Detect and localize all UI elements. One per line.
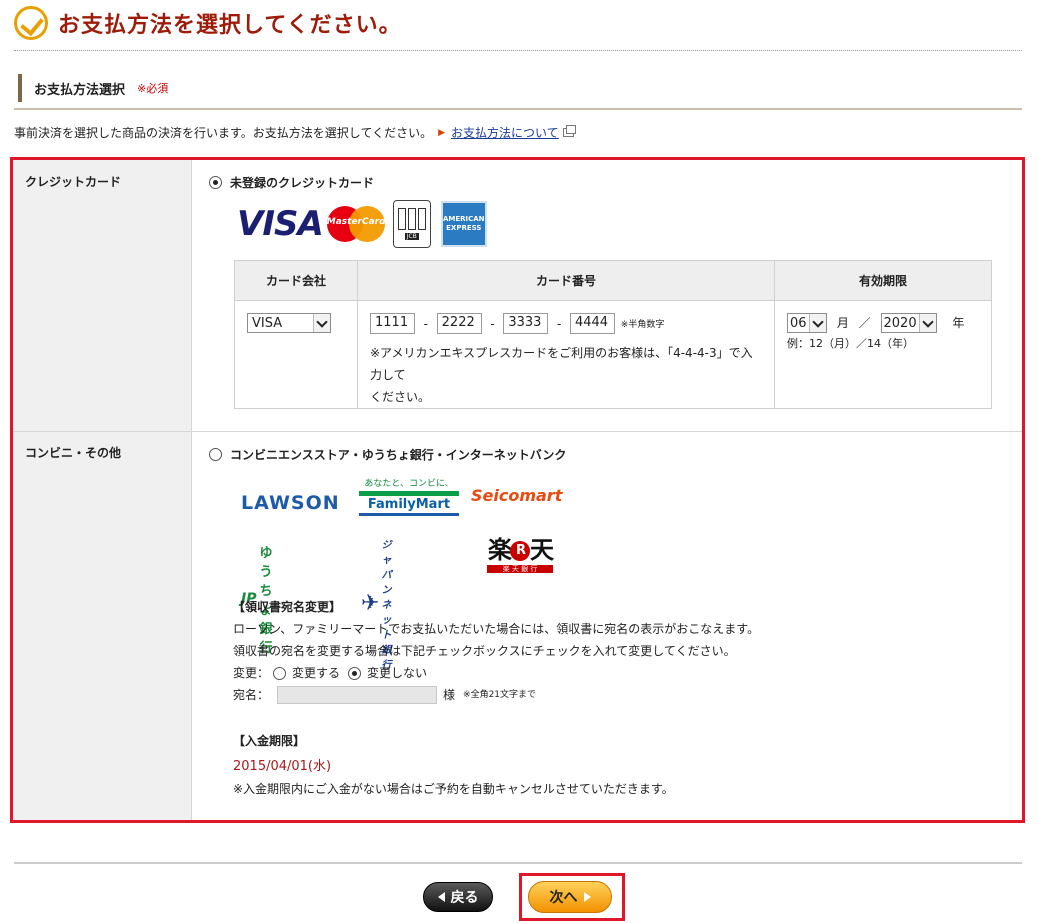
deadline-section: 【入金期限】 2015/04/01(水) ※入金期限内にご入金がない場合はご予約… <box>233 730 674 800</box>
next-button-label: 次へ <box>549 890 578 906</box>
amex-note: ※アメリカンエキスプレスカードをご利用のお客様は、「4-4-4-3」で入力して … <box>370 346 753 404</box>
mastercard-logo: MasterCard <box>326 206 386 242</box>
intro-description: 事前決済を選択した商品の決済を行います。お支払方法を選択してください。 <box>14 126 433 140</box>
name-label: 宛名： <box>233 688 270 702</box>
seicomart-logo: Seicomart <box>471 486 563 505</box>
credit-card-option[interactable]: 未登録のクレジットカード <box>209 174 374 191</box>
expiry-month-select[interactable]: 06 <box>787 313 827 333</box>
name-row: 宛名： 様 ※全角21文字まで <box>233 684 759 706</box>
deadline-title: 【入金期限】 <box>233 734 306 748</box>
jcb-logo: JCB <box>392 200 431 248</box>
new-window-icon <box>562 125 576 137</box>
back-button[interactable]: 戻る <box>423 882 493 912</box>
change-no-label: 変更しない <box>367 666 428 680</box>
chevron-down-icon <box>809 314 826 332</box>
payment-method-box: クレジットカード 未登録のクレジットカード VISA MasterCard JC… <box>10 157 1025 823</box>
visa-logo: VISA <box>237 204 324 244</box>
card-number-field-4[interactable]: 4444 <box>569 313 615 334</box>
arrow-left-icon <box>437 892 445 902</box>
name-suffix: 様 <box>443 688 456 702</box>
intro-text: 事前決済を選択した商品の決済を行います。お支払方法を選択してください。 ▶ お支… <box>14 124 576 141</box>
expiry-cell: 06 月 ／ 2020 年 例：12（月）／14（年） <box>774 300 992 409</box>
familymart-logo: あなたと、コンビに、 FamilyMart <box>359 476 459 516</box>
link-arrow-icon: ▶ <box>438 127 446 138</box>
col-header-company: カード会社 <box>234 260 358 301</box>
card-number-field-1[interactable]: 1111 <box>370 313 415 334</box>
chevron-down-icon <box>313 314 330 332</box>
number-format-note: ※半角数字 <box>620 320 665 330</box>
back-button-label: 戻る <box>450 890 479 906</box>
credit-card-option-label: 未登録のクレジットカード <box>230 176 375 190</box>
month-unit: 月 <box>836 315 849 330</box>
required-mark: ※必須 <box>137 82 169 95</box>
convenience-radio[interactable] <box>209 448 222 461</box>
section-heading: お支払方法選択 ※必須 <box>18 74 168 102</box>
expiry-example: 例：12（月）／14（年） <box>787 337 914 350</box>
label-column <box>13 160 192 820</box>
lawson-logo: LAWSON <box>241 492 340 514</box>
change-no-radio[interactable] <box>348 666 362 680</box>
card-company-select[interactable]: VISA <box>247 313 331 333</box>
rakuten-bank-logo: 楽R天 楽 天 銀 行 <box>487 536 554 573</box>
section-divider <box>14 108 1022 110</box>
expiry-year-select[interactable]: 2020 <box>880 313 937 333</box>
receipt-title: 【領収書宛名変更】 <box>233 600 342 614</box>
convenience-row-label: コンビニ・その他 <box>25 446 122 460</box>
col-header-number: カード番号 <box>357 260 775 301</box>
next-button[interactable]: 次へ <box>528 881 612 913</box>
card-number-field-2[interactable]: 2222 <box>436 313 482 334</box>
check-circle-icon <box>14 6 48 40</box>
header-divider <box>14 50 1022 51</box>
page-header: お支払方法を選択してください。 <box>14 6 402 40</box>
card-number-field-3[interactable]: 3333 <box>503 313 549 334</box>
receipt-name-input[interactable] <box>277 686 438 704</box>
company-cell: VISA <box>234 300 358 409</box>
row-divider <box>13 431 1022 432</box>
card-entry-table: カード会社 カード番号 有効期限 VISA 1111 - 2222 - 3333… <box>234 260 992 409</box>
change-yes-label: 変更する <box>292 666 341 680</box>
page-title: お支払方法を選択してください。 <box>58 13 402 38</box>
deadline-note: ※入金期限内にご入金がない場合はご予約を自動キャンセルさせていただきます。 <box>233 782 674 796</box>
chevron-down-icon <box>918 314 936 332</box>
receipt-line-1: ローソン、ファミリーマートでお支払いただいた場合には、領収書に宛名の表示がおこな… <box>233 622 760 636</box>
credit-card-radio[interactable] <box>209 176 222 189</box>
number-cell: 1111 - 2222 - 3333 - 4444 ※半角数字 ※アメリカンエキ… <box>357 300 775 409</box>
receipt-line-2: 領収書の宛名を変更する場合は下記チェックボックスにチェックを入れて変更してくださ… <box>233 644 736 658</box>
section-title: お支払方法選択 <box>34 82 126 98</box>
col-header-expiry: 有効期限 <box>774 260 992 301</box>
footer-divider <box>14 862 1022 864</box>
amex-logo: AMERICAN EXPRESS <box>440 201 487 247</box>
change-label: 変更： <box>233 666 270 680</box>
payment-methods-link[interactable]: お支払方法について <box>451 124 559 141</box>
name-length-note: ※全角21文字まで <box>463 690 537 700</box>
change-row: 変更： 変更する 変更しない <box>233 662 759 684</box>
card-brand-logos: VISA MasterCard JCB AMERICAN EXPRESS <box>237 200 487 248</box>
credit-card-row-label: クレジットカード <box>25 175 122 189</box>
deadline-date: 2015/04/01(水) <box>233 759 332 774</box>
arrow-right-icon <box>583 892 591 902</box>
expiry-slash: ／ <box>858 315 871 330</box>
change-yes-radio[interactable] <box>273 666 287 680</box>
convenience-option[interactable]: コンビニエンスストア・ゆうちょ銀行・インターネットバンク <box>209 446 566 463</box>
year-unit: 年 <box>952 315 965 330</box>
convenience-option-label: コンビニエンスストア・ゆうちょ銀行・インターネットバンク <box>230 448 567 462</box>
receipt-section: 【領収書宛名変更】 ローソン、ファミリーマートでお支払いただいた場合には、領収書… <box>233 596 759 706</box>
